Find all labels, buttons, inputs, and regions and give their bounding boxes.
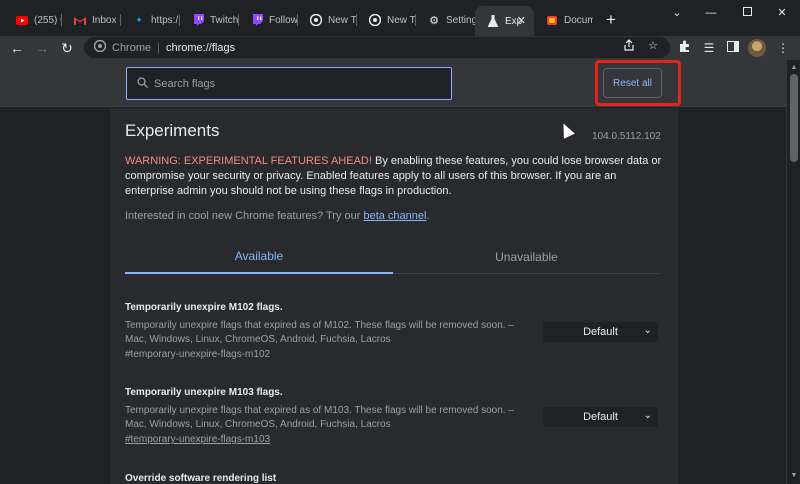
warning-text: WARNING: EXPERIMENTAL FEATURES AHEAD! By… xyxy=(125,154,665,199)
flag-platforms: Mac, Windows, Linux, ChromeOS, Android, … xyxy=(125,334,391,345)
flag-name-next: Override software rendering list xyxy=(125,473,277,484)
flask-icon xyxy=(487,15,499,27)
tab-title: New Ta xyxy=(328,14,357,26)
reload-button[interactable]: ↻ xyxy=(58,39,76,57)
tab-twitter[interactable]: ✦ https:/ xyxy=(121,8,180,32)
share-icon[interactable] xyxy=(622,39,636,53)
sidepanel-icon[interactable] xyxy=(724,39,742,57)
new-tab-button[interactable]: + xyxy=(602,11,620,29)
interest-text: Interested in cool new Chrome features? … xyxy=(125,210,364,222)
back-button[interactable]: ← xyxy=(8,39,26,57)
media-icon[interactable]: ☰ xyxy=(700,39,718,57)
tab-gmail[interactable]: Inbox ( xyxy=(62,8,121,32)
toolbar: ← → ↻ Chrome | chrome://flags ☆ ☰ ⋮ xyxy=(0,36,800,60)
flag-description: Temporarily unexpire flags that expired … xyxy=(125,405,514,416)
minimize-button[interactable]: — xyxy=(704,6,718,20)
tab-title: https:/ xyxy=(151,14,179,26)
search-input[interactable] xyxy=(154,77,434,90)
search-box[interactable] xyxy=(126,67,452,100)
beta-channel-link[interactable]: beta channel xyxy=(363,210,426,222)
chevron-down-icon[interactable]: ⌄ xyxy=(670,6,684,20)
flag-select-value: Default xyxy=(583,326,618,338)
tab-twitch[interactable]: Twitch xyxy=(180,8,239,32)
flag-item: Temporarily unexpire M103 flags. Tempora… xyxy=(125,387,665,445)
tab-title: Follow xyxy=(269,14,298,26)
docs-icon xyxy=(546,14,558,26)
tab-title: Twitch xyxy=(210,14,239,26)
scrollbar-thumb[interactable] xyxy=(790,74,798,162)
tab-twitch-follow[interactable]: Follow xyxy=(239,8,298,32)
url-separator: | xyxy=(157,41,160,54)
reset-all-button[interactable]: Reset all xyxy=(603,68,662,98)
flag-item: Temporarily unexpire M102 flags. Tempora… xyxy=(125,302,665,360)
tab-experiments[interactable]: Exp ✕ xyxy=(475,6,534,36)
interest-end: . xyxy=(426,210,430,222)
flag-select[interactable]: Default ⌄ xyxy=(543,322,658,342)
chevron-down-icon: ⌄ xyxy=(643,410,652,421)
flags-tabs: Available Unavailable xyxy=(125,240,660,274)
page-margin xyxy=(0,108,110,484)
window-close-button[interactable]: ✕ xyxy=(775,6,789,20)
url-site: Chrome xyxy=(112,41,152,54)
flag-select[interactable]: Default ⌄ xyxy=(543,407,658,427)
chrome-icon xyxy=(369,14,381,26)
youtube-icon xyxy=(16,14,28,26)
flag-description: Temporarily unexpire flags that expired … xyxy=(125,320,514,331)
tab-title: New Ta xyxy=(387,14,416,26)
tab-youtube[interactable]: (255) C xyxy=(4,8,62,32)
twitter-icon: ✦ xyxy=(135,14,143,25)
scroll-down-icon[interactable]: ▼ xyxy=(787,470,800,482)
chrome-icon xyxy=(310,14,322,26)
flag-anchor[interactable]: #temporary-unexpire-flags-m103 xyxy=(125,434,665,445)
address-bar[interactable]: Chrome | chrome://flags xyxy=(84,37,670,58)
flag-name: Temporarily unexpire M102 flags. xyxy=(125,302,283,313)
tab-new-tab-2[interactable]: New Ta xyxy=(357,8,416,32)
beta-channel-note: Interested in cool new Chrome features? … xyxy=(125,210,430,222)
search-icon xyxy=(137,75,148,93)
tab-title: (255) C xyxy=(34,14,62,26)
tab-strip: (255) C Inbox ( ✦ https:/ Twitch Follow … xyxy=(0,0,800,36)
chevron-down-icon: ⌄ xyxy=(643,325,652,336)
tab-title: Inbox ( xyxy=(92,14,121,26)
url-path: chrome://flags xyxy=(165,41,236,54)
flag-name: Temporarily unexpire M103 flags. xyxy=(125,387,283,398)
maximize-button[interactable] xyxy=(740,6,754,20)
tab-new-tab[interactable]: New Ta xyxy=(298,8,357,32)
twitch-icon xyxy=(251,14,263,26)
gmail-icon xyxy=(74,14,86,26)
flags-header: Reset all xyxy=(0,60,786,107)
scrollbar[interactable]: ▲ ▼ xyxy=(786,60,800,484)
chrome-icon xyxy=(93,39,107,55)
warning-heading: WARNING: EXPERIMENTAL FEATURES AHEAD! xyxy=(125,155,372,167)
extensions-icon[interactable] xyxy=(675,39,693,57)
flag-anchor[interactable]: #temporary-unexpire-flags-m102 xyxy=(125,349,665,360)
tab-title: Setting xyxy=(446,14,475,26)
tab-title: Docum xyxy=(564,14,593,26)
forward-button[interactable]: → xyxy=(33,39,51,57)
flag-platforms: Mac, Windows, Linux, ChromeOS, Android, … xyxy=(125,419,391,430)
version-label: 104.0.5112.102 xyxy=(592,131,661,142)
scroll-up-icon[interactable]: ▲ xyxy=(787,62,800,74)
close-icon[interactable]: ✕ xyxy=(517,14,526,27)
tab-docs[interactable]: Docum xyxy=(534,8,593,32)
avatar[interactable] xyxy=(748,39,766,57)
page-title: Experiments xyxy=(125,121,220,140)
tab-settings[interactable]: ⚙ Setting xyxy=(416,8,475,32)
star-icon[interactable]: ☆ xyxy=(646,39,660,53)
tab-available[interactable]: Available xyxy=(125,240,393,274)
tab-unavailable[interactable]: Unavailable xyxy=(393,240,660,274)
menu-icon[interactable]: ⋮ xyxy=(774,39,792,57)
gear-icon: ⚙ xyxy=(429,14,439,27)
flags-page: Reset all Experiments 104.0.5112.102 WAR… xyxy=(0,60,800,484)
flag-select-value: Default xyxy=(583,411,618,423)
twitch-icon xyxy=(192,14,204,26)
